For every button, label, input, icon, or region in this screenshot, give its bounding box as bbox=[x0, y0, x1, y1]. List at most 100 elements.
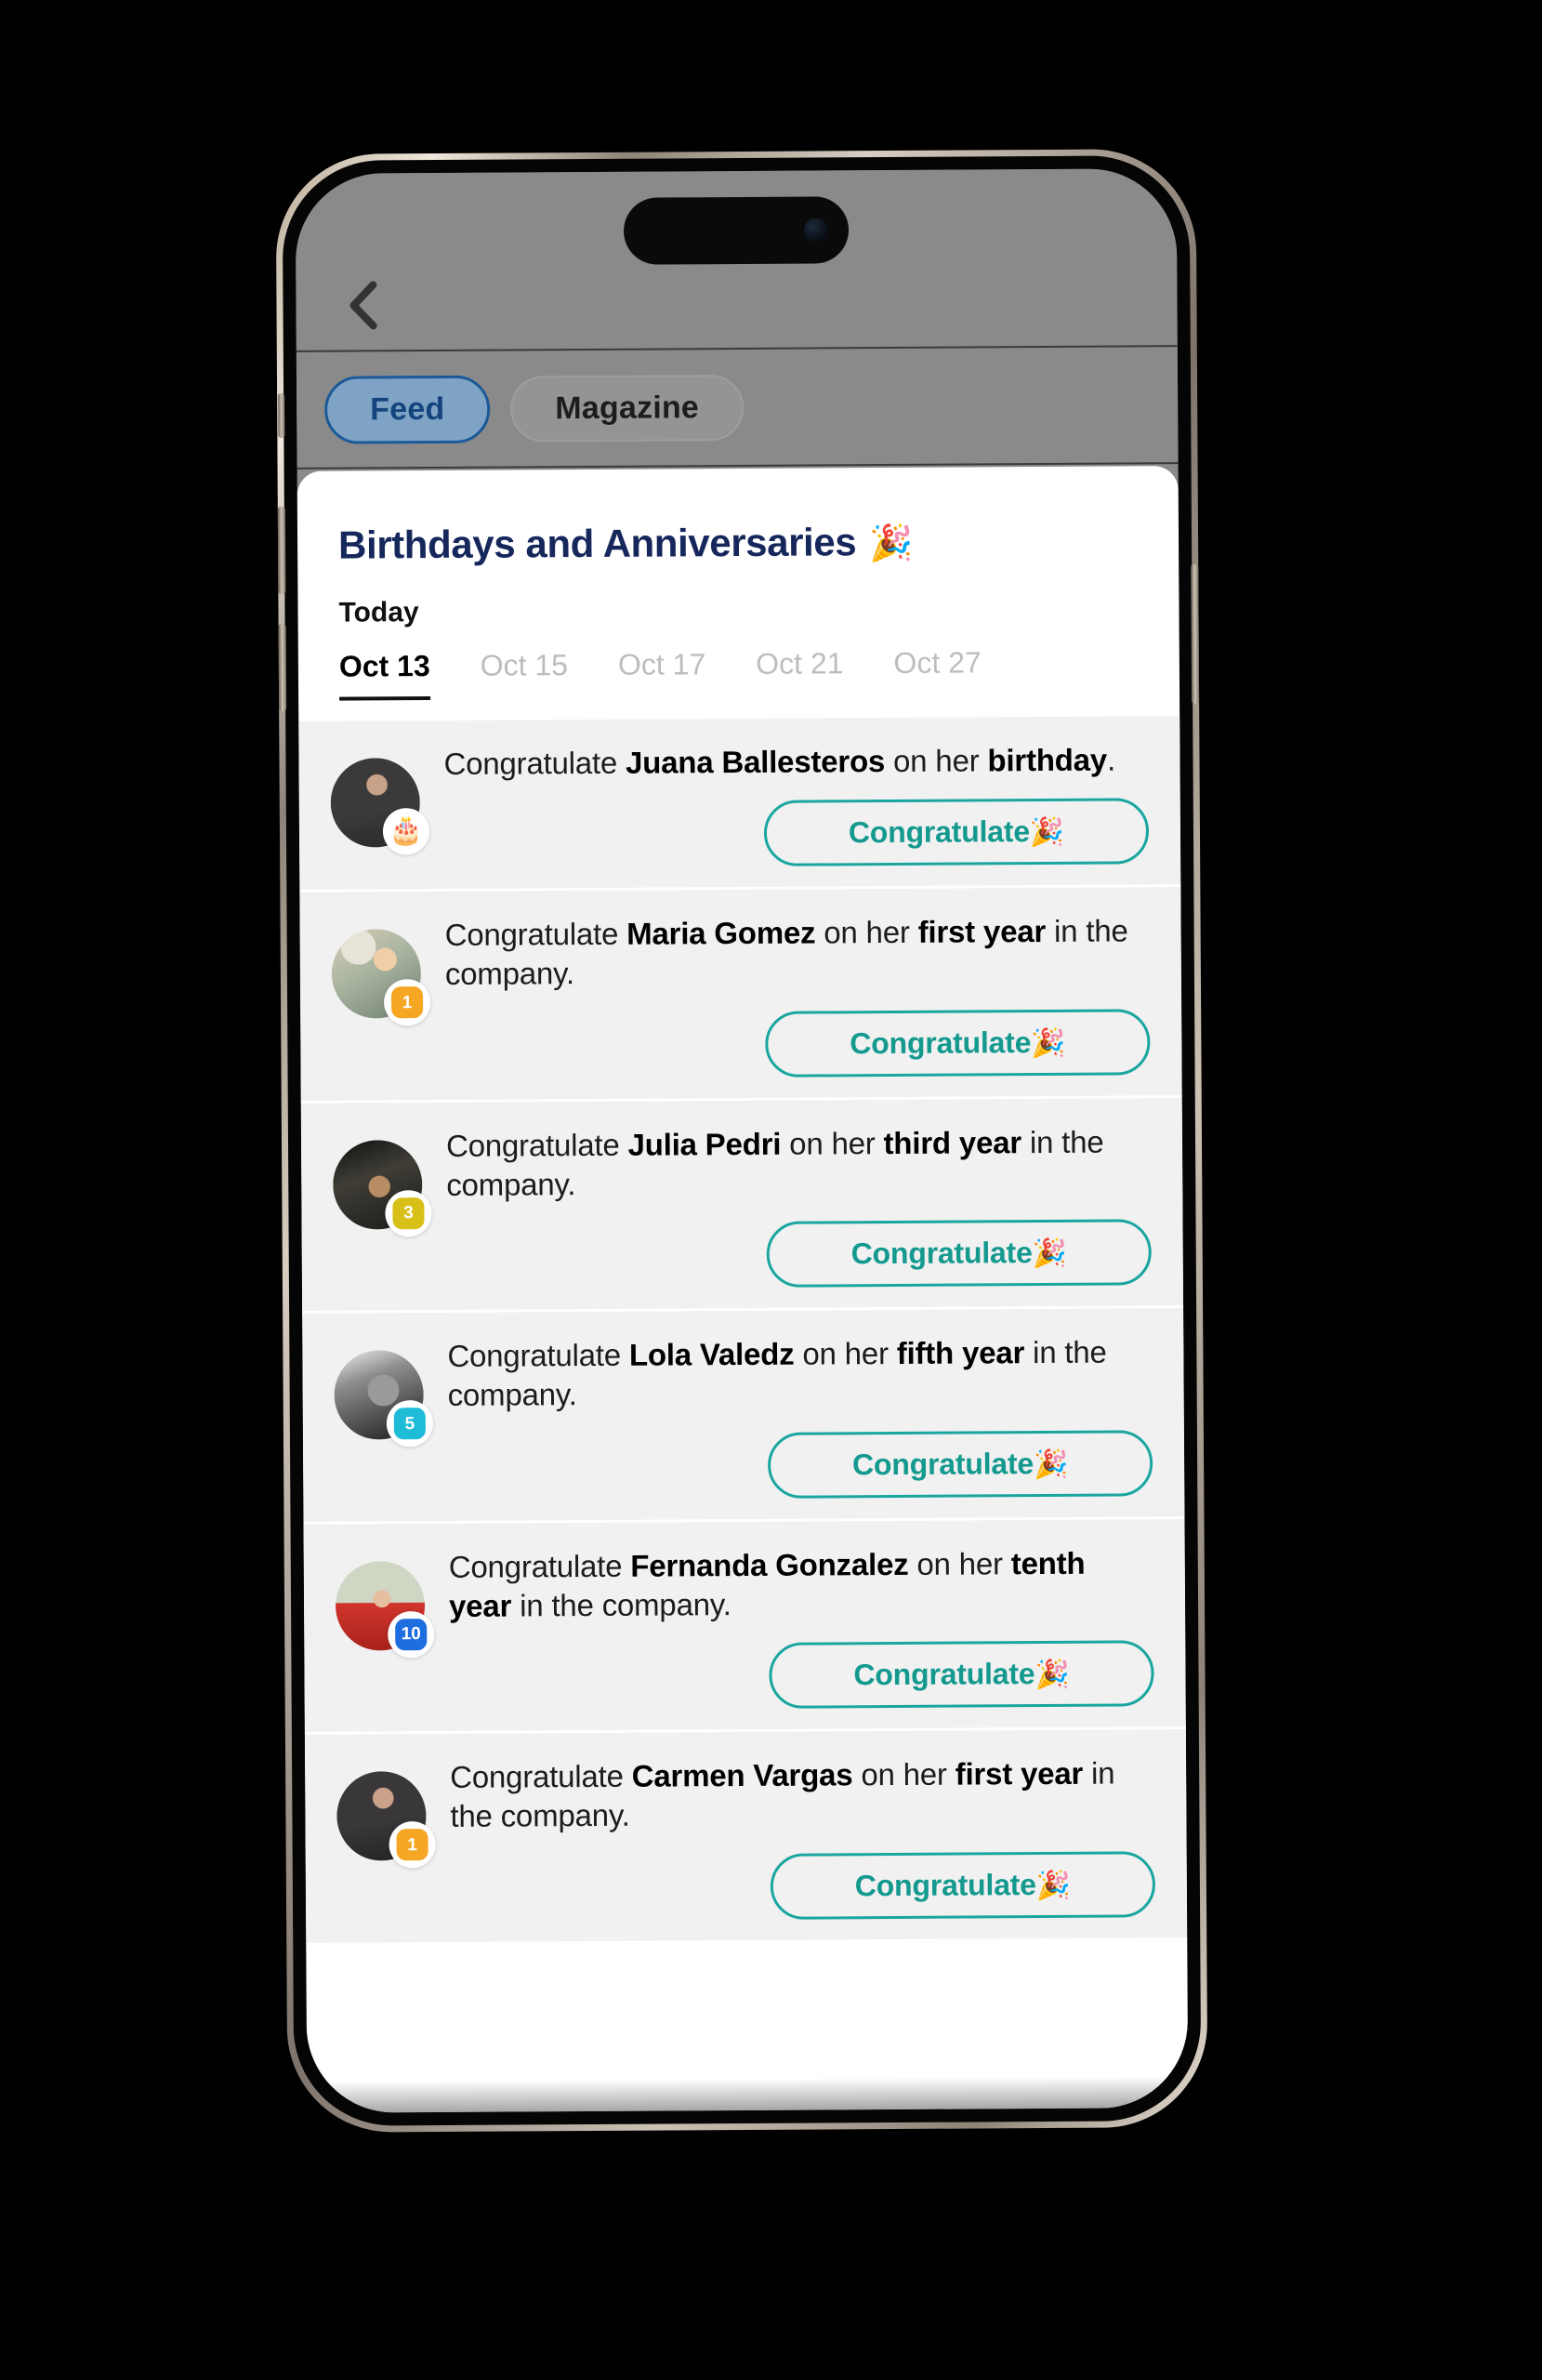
party-popper-icon: 🎉 bbox=[1031, 1027, 1066, 1059]
tab-magazine[interactable]: Magazine bbox=[510, 374, 745, 443]
chevron-left-icon bbox=[347, 280, 378, 330]
feed-text-middle: on her bbox=[794, 1336, 897, 1371]
feed-row-text: Congratulate Juana Ballesteros on her bi… bbox=[443, 740, 1148, 784]
feed-text-suffix: . bbox=[1106, 742, 1116, 777]
feed-row-body: Congratulate Julia Pedri on her third ye… bbox=[446, 1122, 1152, 1289]
phone-bezel: Feed Magazine Birthdays and Anniversarie… bbox=[277, 155, 1202, 2126]
feed-person-name: Lola Valedz bbox=[628, 1336, 795, 1372]
feed-occasion: first year bbox=[955, 1755, 1084, 1792]
feed-row-body: Congratulate Carmen Vargas on her first … bbox=[450, 1753, 1156, 1922]
feed-text-middle: on her bbox=[815, 915, 918, 950]
years-badge-value: 1 bbox=[396, 1829, 428, 1861]
tab-feed[interactable]: Feed bbox=[323, 375, 491, 444]
volume-down-button[interactable] bbox=[278, 623, 287, 712]
congratulate-button[interactable]: Congratulate🎉 bbox=[763, 798, 1150, 867]
years-badge: 3 bbox=[385, 1189, 432, 1237]
feed-row[interactable]: 3 Congratulate Julia Pedri on her third y… bbox=[300, 1097, 1184, 1315]
congratulate-button-label: Congratulate bbox=[854, 1867, 1036, 1902]
avatar[interactable]: 1 bbox=[331, 929, 431, 1026]
congratulate-button[interactable]: Congratulate🎉 bbox=[765, 1009, 1151, 1078]
feed-text-middle: on her bbox=[781, 1125, 884, 1161]
congratulate-button-label: Congratulate bbox=[850, 1025, 1032, 1060]
feed-row-actions: Congratulate🎉 bbox=[451, 1850, 1156, 1922]
avatar[interactable]: 🎂 bbox=[330, 758, 430, 855]
feed-person-name: Carmen Vargas bbox=[631, 1757, 853, 1793]
feed-text-middle: on her bbox=[885, 743, 988, 779]
congratulate-button[interactable]: Congratulate🎉 bbox=[769, 1640, 1154, 1709]
avatar[interactable]: 5 bbox=[334, 1350, 434, 1448]
years-badge-value: 1 bbox=[390, 986, 424, 1019]
feed-text-middle: on her bbox=[908, 1545, 1011, 1581]
feed-row-text: Congratulate Carmen Vargas on her first … bbox=[450, 1753, 1155, 1836]
date-tab-oct-17[interactable]: Oct 17 bbox=[618, 647, 706, 695]
feed-row-actions: Congratulate🎉 bbox=[444, 798, 1150, 869]
date-tab-oct-13[interactable]: Oct 13 bbox=[338, 649, 430, 701]
page-title: Birthdays and Anniversaries 🎉 bbox=[338, 518, 1138, 567]
congratulate-button[interactable]: Congratulate🎉 bbox=[766, 1219, 1152, 1289]
years-badge: 1 bbox=[389, 1821, 436, 1869]
feed-occasion: third year bbox=[883, 1124, 1022, 1160]
years-badge-value: 5 bbox=[393, 1408, 426, 1440]
feed-row-actions: Congratulate🎉 bbox=[448, 1429, 1153, 1501]
party-popper-icon: 🎉 bbox=[1035, 1870, 1072, 1901]
dynamic-island bbox=[623, 196, 850, 265]
congratulate-button-label: Congratulate bbox=[851, 1446, 1035, 1481]
congratulate-button-label: Congratulate bbox=[853, 1657, 1035, 1692]
feed-text-middle: on her bbox=[852, 1756, 956, 1792]
birthday-cake-icon: 🎂 bbox=[389, 815, 424, 847]
party-popper-icon: 🎉 bbox=[1032, 1238, 1067, 1270]
congratulate-button-label: Congratulate bbox=[850, 1236, 1033, 1271]
congratulate-button[interactable]: Congratulate🎉 bbox=[770, 1850, 1156, 1920]
feed-row-body: Congratulate Juana Ballesteros on her bi… bbox=[443, 740, 1150, 869]
feed-row[interactable]: 10 Congratulate Fernanda Gonzalez on her … bbox=[303, 1518, 1186, 1735]
feed-person-name: Maria Gomez bbox=[626, 915, 816, 951]
avatar[interactable]: 3 bbox=[332, 1139, 432, 1237]
feed-text-prefix: Congratulate bbox=[445, 1127, 628, 1163]
years-badge: 5 bbox=[386, 1400, 434, 1448]
silent-switch[interactable] bbox=[278, 392, 285, 439]
phone-mockup: Feed Magazine Birthdays and Anniversarie… bbox=[275, 148, 1208, 2134]
date-tab-oct-15[interactable]: Oct 15 bbox=[481, 648, 569, 696]
feed-row[interactable]: 1 Congratulate Carmen Vargas on her first… bbox=[304, 1729, 1188, 1946]
feed-text-suffix: in the company. bbox=[511, 1586, 731, 1623]
party-popper-icon: 🎉 bbox=[1029, 817, 1065, 849]
date-tab-oct-27[interactable]: Oct 27 bbox=[893, 645, 982, 694]
front-camera-icon bbox=[803, 218, 829, 243]
years-badge: 10 bbox=[388, 1610, 435, 1658]
congratulate-button[interactable]: Congratulate🎉 bbox=[767, 1429, 1153, 1499]
avatar[interactable]: 10 bbox=[335, 1560, 435, 1658]
page-title-text: Birthdays and Anniversaries bbox=[337, 520, 857, 567]
feed-row[interactable]: 1 Congratulate Maria Gomez on her first y… bbox=[299, 887, 1182, 1104]
feed-row-text: Congratulate Lola Valedz on her fifth ye… bbox=[447, 1332, 1153, 1415]
phone-screen: Feed Magazine Birthdays and Anniversarie… bbox=[295, 168, 1189, 2113]
feed-row-actions: Congratulate🎉 bbox=[449, 1640, 1154, 1711]
feed-text-prefix: Congratulate bbox=[443, 745, 626, 781]
feed-row-text: Congratulate Maria Gomez on her first ye… bbox=[445, 912, 1151, 995]
party-popper-icon: 🎉 bbox=[1033, 1448, 1069, 1480]
congratulate-button-label: Congratulate bbox=[848, 814, 1030, 850]
feed-person-name: Juana Ballesteros bbox=[625, 744, 886, 780]
feed-person-name: Fernanda Gonzalez bbox=[630, 1546, 909, 1583]
back-button[interactable] bbox=[336, 279, 389, 331]
feed-row-text: Congratulate Julia Pedri on her third ye… bbox=[446, 1122, 1152, 1205]
feed-row-body: Congratulate Fernanda Gonzalez on her te… bbox=[449, 1543, 1154, 1711]
feed-row-actions: Congratulate🎉 bbox=[447, 1219, 1152, 1289]
feed-text-prefix: Congratulate bbox=[450, 1758, 632, 1795]
feed-person-name: Julia Pedri bbox=[627, 1126, 782, 1162]
feed-list: 🎂 Congratulate Juana Ballesteros on her b… bbox=[298, 716, 1188, 1946]
feed-occasion: fifth year bbox=[896, 1335, 1025, 1371]
party-popper-icon: 🎉 bbox=[1035, 1659, 1070, 1691]
feed-row[interactable]: 5 Congratulate Lola Valedz on her fifth y… bbox=[302, 1308, 1185, 1525]
power-button[interactable] bbox=[1191, 563, 1200, 705]
avatar[interactable]: 1 bbox=[336, 1771, 436, 1869]
volume-up-button[interactable] bbox=[277, 506, 286, 595]
date-tab-oct-21[interactable]: Oct 21 bbox=[756, 646, 844, 694]
date-tab-list[interactable]: Oct 13 Oct 15 Oct 17 Oct 21 Oct 27 bbox=[338, 644, 1139, 701]
feed-row[interactable]: 🎂 Congratulate Juana Ballesteros on her b… bbox=[298, 716, 1181, 893]
today-label: Today bbox=[338, 597, 419, 628]
card-header: Birthdays and Anniversaries 🎉 Today Oct … bbox=[297, 466, 1180, 701]
party-popper-icon: 🎉 bbox=[869, 523, 914, 564]
years-badge-value: 10 bbox=[395, 1618, 428, 1650]
feed-text-prefix: Congratulate bbox=[448, 1548, 631, 1584]
segmented-control[interactable]: Feed Magazine bbox=[296, 347, 1179, 469]
